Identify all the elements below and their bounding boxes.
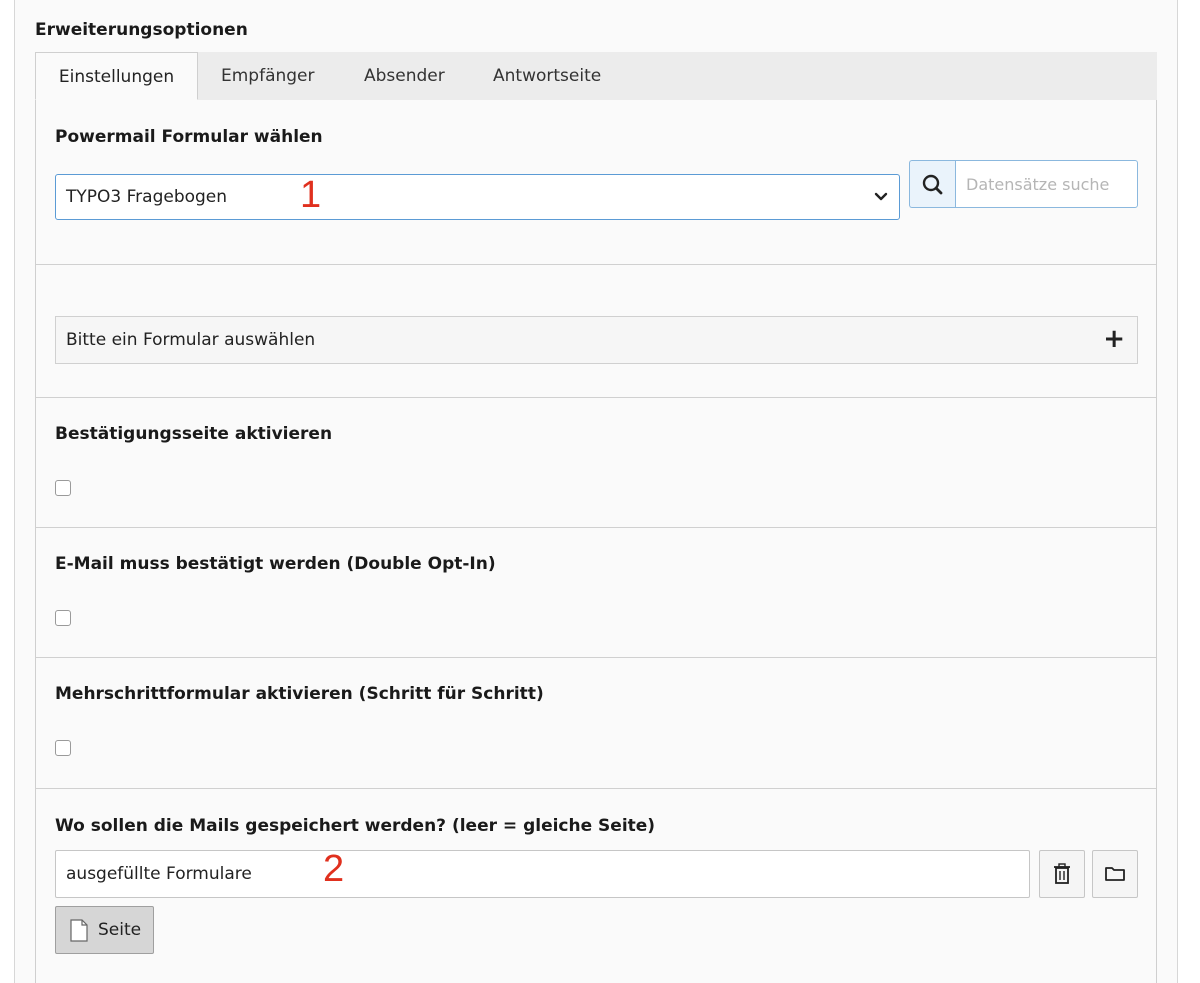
storage-label: Wo sollen die Mails gespeichert werden? … (55, 816, 656, 836)
form-collapse-label: Bitte ein Formular auswählen (66, 330, 316, 350)
page-button[interactable]: Seite (55, 906, 154, 954)
form-select-value: TYPO3 Fragebogen (66, 187, 228, 207)
tab-einstellungen[interactable]: Einstellungen (35, 52, 198, 100)
form-collapse-header[interactable]: Bitte ein Formular auswählen + (55, 316, 1138, 364)
multistep-row: Mehrschrittformular aktivieren (Schritt … (36, 657, 1156, 789)
confirmation-page-row: Bestätigungsseite aktivieren (36, 397, 1156, 528)
form-select[interactable]: TYPO3 Fragebogen (55, 174, 900, 220)
search-icon (922, 174, 943, 195)
annotation-marker-1: 1 (300, 174, 322, 216)
storage-value: ausgefüllte Formulare (66, 864, 252, 884)
double-opt-in-row: E-Mail muss bestätigt werden (Double Opt… (36, 527, 1156, 658)
chevron-down-icon (874, 192, 888, 201)
confirmation-page-checkbox[interactable] (55, 480, 71, 496)
browse-button[interactable] (1092, 850, 1138, 898)
trash-icon (1054, 863, 1070, 884)
confirmation-page-label: Bestätigungsseite aktivieren (55, 424, 333, 444)
folder-icon (1105, 867, 1125, 881)
tab-bar: Einstellungen Empfänger Absender Antwort… (35, 52, 1157, 101)
tab-panel-einstellungen: Powermail Formular wählen TYPO3 Fragebog… (35, 100, 1157, 983)
multistep-label: Mehrschrittformular aktivieren (Schritt … (55, 684, 544, 704)
page-icon (70, 919, 88, 942)
form-container: Erweiterungsoptionen Einstellungen Empfä… (14, 0, 1178, 983)
storage-input[interactable]: ausgefüllte Formulare (55, 850, 1030, 898)
section-title: Erweiterungsoptionen (35, 20, 248, 40)
tab-antwortseite[interactable]: Antwortseite (493, 52, 601, 100)
search-input[interactable] (955, 160, 1138, 208)
double-opt-in-label: E-Mail muss bestätigt werden (Double Opt… (55, 554, 496, 574)
form-select-row: Powermail Formular wählen TYPO3 Fragebog… (36, 100, 1156, 265)
tab-empfaenger[interactable]: Empfänger (221, 52, 315, 100)
tab-absender[interactable]: Absender (364, 52, 445, 100)
search-button[interactable] (909, 160, 956, 208)
multistep-checkbox[interactable] (55, 740, 71, 756)
delete-button[interactable] (1039, 850, 1085, 898)
form-select-label: Powermail Formular wählen (55, 127, 323, 147)
page-button-label: Seite (98, 920, 142, 940)
plus-icon[interactable]: + (1103, 317, 1125, 361)
double-opt-in-checkbox[interactable] (55, 610, 71, 626)
annotation-marker-2: 2 (323, 848, 345, 890)
